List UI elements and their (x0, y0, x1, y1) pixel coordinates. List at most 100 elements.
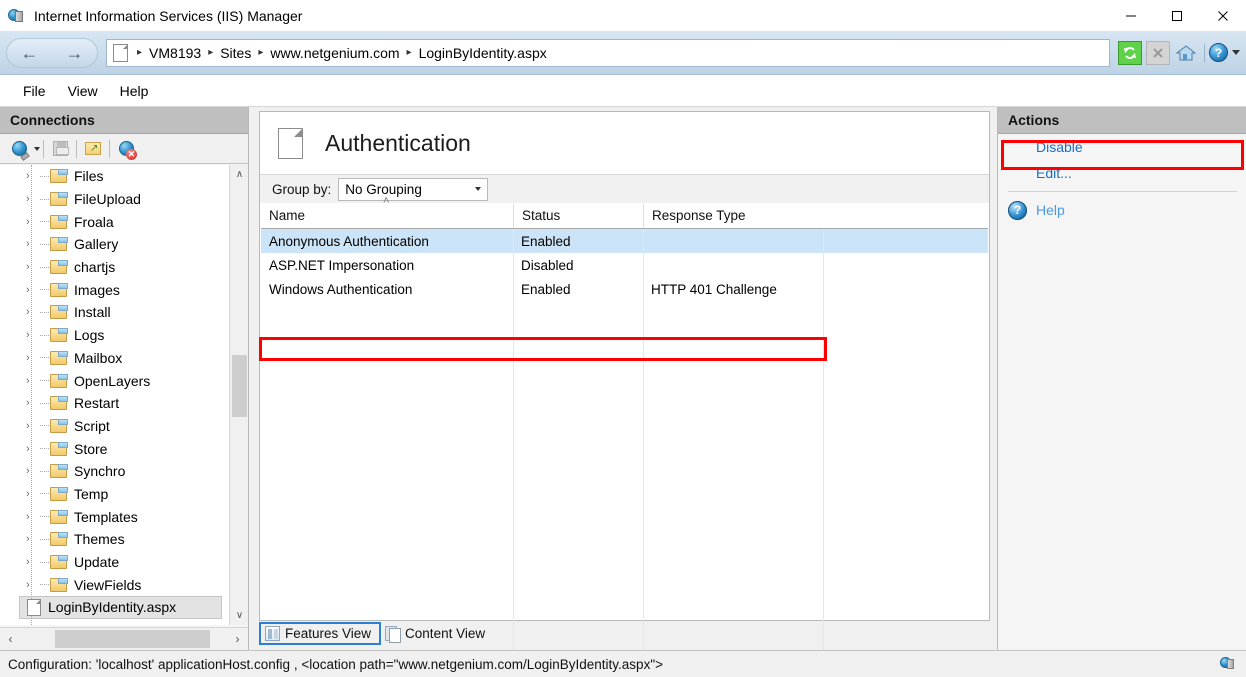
tree-item-fileupload[interactable]: › FileUpload (0, 188, 229, 211)
scroll-down-button[interactable]: ∨ (230, 606, 248, 625)
home-icon[interactable] (1174, 41, 1198, 65)
breadcrumb-item-page[interactable]: LoginByIdentity.aspx (419, 45, 547, 61)
scroll-thumb-horizontal[interactable] (55, 630, 210, 648)
chevron-right-icon[interactable]: › (26, 238, 40, 250)
tab-content-view[interactable]: Content View (381, 622, 493, 645)
chevron-right-icon[interactable]: › (26, 420, 40, 432)
chevron-right-icon[interactable]: › (26, 556, 40, 568)
tree-connector (40, 357, 49, 359)
tree-item-chartjs[interactable]: › chartjs (0, 256, 229, 279)
breadcrumb[interactable]: ▸ VM8193 ▸ Sites ▸ www.netgenium.com ▸ L… (106, 38, 1110, 67)
tree-scroll-area: › Files › FileUpload › Froala › Gallery › chartjs… (0, 165, 229, 625)
tree-horizontal-scrollbar[interactable]: ‹ › (0, 627, 248, 650)
toolbar-divider (109, 139, 110, 158)
tree-item-files[interactable]: › Files (0, 165, 229, 188)
maximize-button[interactable] (1154, 0, 1200, 31)
tree-item-temp[interactable]: › Temp (0, 483, 229, 506)
chevron-right-icon[interactable]: › (26, 170, 40, 182)
folder-icon (50, 305, 68, 320)
chevron-right-icon[interactable]: › (26, 216, 40, 228)
tree-item-viewfields[interactable]: › ViewFields (0, 573, 229, 596)
disconnect-icon[interactable]: ✕ (113, 137, 139, 161)
chevron-right-icon[interactable]: › (26, 488, 40, 500)
tab-features-view[interactable]: Features View (259, 622, 382, 645)
folder-icon (50, 418, 68, 433)
menu-item-file[interactable]: File (12, 79, 57, 103)
chevron-right-icon[interactable]: › (26, 511, 40, 523)
close-button[interactable] (1200, 0, 1246, 31)
page-icon (278, 127, 303, 159)
column-divider (513, 229, 514, 654)
features-view-icon (265, 626, 280, 641)
tree-item-openlayers[interactable]: › OpenLayers (0, 369, 229, 392)
tree-item-themes[interactable]: › Themes (0, 528, 229, 551)
tree-item-script[interactable]: › Script (0, 415, 229, 438)
refresh-icon[interactable] (1118, 40, 1142, 65)
chevron-right-icon[interactable]: › (26, 306, 40, 318)
tree-item-restart[interactable]: › Restart (0, 392, 229, 415)
breadcrumb-item-sites[interactable]: Sites (220, 45, 251, 61)
tree-connector (40, 425, 49, 427)
action-help[interactable]: ? Help (998, 196, 1246, 224)
chevron-right-icon[interactable]: › (26, 533, 40, 545)
chevron-right-icon[interactable]: › (26, 193, 40, 205)
action-disable[interactable]: Disable (998, 134, 1246, 160)
group-by-dropdown[interactable]: No Grouping (338, 177, 489, 201)
menu-item-view[interactable]: View (57, 79, 109, 103)
tree-vertical-scrollbar[interactable]: ∧ ∨ (229, 165, 248, 625)
tree-connector (40, 448, 49, 450)
page-title: Authentication (325, 129, 471, 156)
table-row[interactable]: ASP.NET Impersonation Disabled (261, 253, 988, 277)
open-folder-icon[interactable]: ↗ (80, 137, 106, 161)
chevron-right-icon[interactable]: › (26, 329, 40, 341)
chevron-down-icon[interactable] (34, 146, 40, 151)
iis-server-icon (8, 7, 25, 24)
chevron-right-icon[interactable]: › (26, 397, 40, 409)
column-header-name[interactable]: Name ˄ (261, 195, 513, 228)
breadcrumb-item-server[interactable]: VM8193 (149, 45, 201, 61)
tree-item-loginbyidentity-aspx[interactable]: LoginByIdentity.aspx (19, 596, 222, 619)
actions-pane: Actions Disable Edit... ? Help (997, 107, 1246, 650)
scroll-thumb[interactable] (232, 355, 247, 417)
chevron-right-icon[interactable]: › (26, 579, 40, 591)
chevron-down-icon[interactable] (1232, 50, 1240, 55)
tree-connector (40, 470, 49, 472)
minimize-button[interactable] (1108, 0, 1154, 31)
chevron-right-icon[interactable]: › (26, 284, 40, 296)
tree-item-froala[interactable]: › Froala (0, 210, 229, 233)
chevron-right-icon[interactable]: › (26, 261, 40, 273)
tree-item-logs[interactable]: › Logs (0, 324, 229, 347)
cell-status: Enabled (521, 281, 571, 297)
chevron-right-icon[interactable]: › (26, 443, 40, 455)
tree-item-label: ViewFields (74, 576, 142, 593)
tree-item-label: OpenLayers (74, 372, 151, 389)
column-header-response-type[interactable]: Response Type (643, 204, 823, 228)
status-text: Configuration: 'localhost' applicationHo… (8, 656, 663, 672)
forward-button[interactable]: → (66, 44, 84, 62)
scroll-right-button[interactable]: › (227, 628, 248, 650)
tree-item-update[interactable]: › Update (0, 551, 229, 574)
back-button[interactable]: ← (21, 44, 39, 62)
chevron-right-icon[interactable]: › (26, 465, 40, 477)
table-row[interactable]: Anonymous Authentication Enabled (261, 229, 988, 253)
tree-item-synchro[interactable]: › Synchro (0, 460, 229, 483)
tree-item-mailbox[interactable]: › Mailbox (0, 347, 229, 370)
breadcrumb-item-site[interactable]: www.netgenium.com (270, 45, 399, 61)
connect-icon[interactable] (6, 137, 32, 161)
chevron-right-icon[interactable]: › (26, 352, 40, 364)
cell-name: Windows Authentication (269, 281, 413, 297)
cell-status: Enabled (521, 233, 571, 249)
tree-item-gallery[interactable]: › Gallery (0, 233, 229, 256)
scroll-left-button[interactable]: ‹ (0, 628, 21, 650)
menu-item-help[interactable]: Help (109, 79, 160, 103)
tree-item-templates[interactable]: › Templates (0, 505, 229, 528)
action-edit[interactable]: Edit... (998, 160, 1246, 186)
tree-item-store[interactable]: › Store (0, 437, 229, 460)
column-header-status[interactable]: Status (513, 204, 643, 228)
chevron-right-icon[interactable]: › (26, 375, 40, 387)
scroll-up-button[interactable]: ∧ (230, 165, 248, 184)
tree-item-images[interactable]: › Images (0, 278, 229, 301)
tree-item-install[interactable]: › Install (0, 301, 229, 324)
table-row[interactable]: Windows Authentication Enabled HTTP 401 Ch… (261, 277, 988, 301)
help-icon[interactable]: ? (1209, 43, 1228, 62)
